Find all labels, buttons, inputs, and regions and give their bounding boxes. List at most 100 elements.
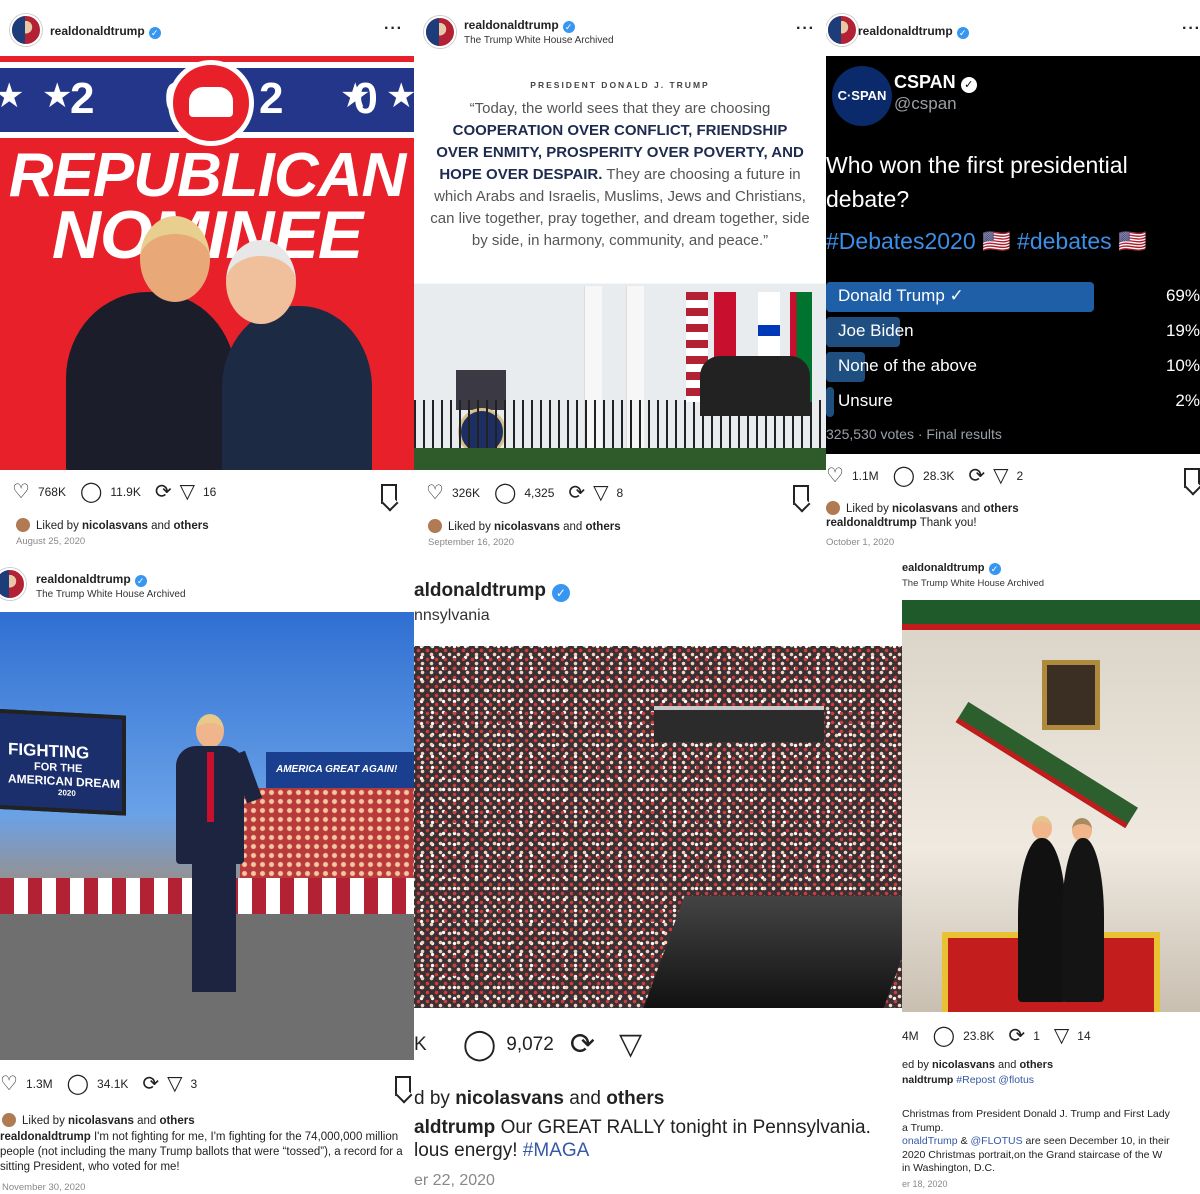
- comment-count: 11.9K: [110, 485, 141, 499]
- more-icon[interactable]: ···: [796, 20, 815, 38]
- repost-icon[interactable]: ⟳: [155, 482, 172, 502]
- repost-icon[interactable]: ⟳: [968, 466, 985, 486]
- avatar[interactable]: [826, 14, 858, 46]
- username[interactable]: realdonaldtrump ✓: [858, 24, 969, 39]
- username[interactable]: realdonaldtrump ✓: [50, 24, 161, 39]
- mention-link[interactable]: onaldTrump: [902, 1135, 958, 1147]
- person-left-head: [140, 216, 210, 302]
- account-name: CSPAN ✓: [894, 72, 977, 93]
- mini-avatar: [428, 519, 442, 533]
- hashtags: #Debates2020 🇺🇸 #debates 🇺🇸: [826, 228, 1147, 254]
- comment-icon[interactable]: ◯: [67, 1074, 89, 1094]
- subtitle: The Trump White House Archived: [464, 35, 614, 46]
- bookmark-icon[interactable]: [395, 1076, 411, 1096]
- mini-avatar: [2, 1113, 16, 1127]
- comment-icon[interactable]: ◯: [494, 483, 516, 503]
- liked-by: d by nicolasvans and others: [414, 1088, 665, 1109]
- garland: [902, 600, 1200, 630]
- post-image[interactable]: [902, 600, 1200, 1012]
- poll: Donald Trump ✓ 69% Joe Biden 19% None of the…: [826, 282, 1200, 417]
- post-image[interactable]: FIGHTING FOR THE AMERICAN DREAM 2020 AME…: [0, 612, 414, 1060]
- send-icon[interactable]: ▽: [180, 482, 195, 502]
- more-icon[interactable]: ···: [1182, 20, 1200, 38]
- send-icon[interactable]: ▽: [167, 1074, 182, 1094]
- action-bar: ♡ 1.3M ◯ 34.1K ⟳ ▽ 3: [0, 1074, 203, 1094]
- heart-icon[interactable]: ♡: [426, 483, 444, 503]
- post-3: realdonaldtrump ✓ ··· C·SPAN CSPAN ✓ @csp…: [826, 0, 1200, 560]
- subtitle: The Trump White House Archived: [902, 578, 1045, 589]
- bookmark-icon[interactable]: [381, 484, 397, 504]
- username[interactable]: realdonaldtrump ✓: [464, 18, 575, 33]
- verified-icon: ✓: [960, 77, 977, 93]
- tweet-card: C·SPAN CSPAN ✓ @cspan Who won the first …: [826, 56, 1200, 454]
- action-bar: 4M ◯ 23.8K ⟳ 1 ▽ 14: [902, 1026, 1097, 1046]
- poll-option-percent: 2%: [1175, 391, 1200, 410]
- verified-icon: ✓: [551, 584, 570, 602]
- username[interactable]: ealdonaldtrump ✓: [902, 562, 1001, 575]
- stage-structure: [654, 706, 824, 742]
- username[interactable]: aldonaldtrump ✓: [414, 580, 570, 602]
- share-count: 16: [202, 485, 217, 499]
- stage-screen: FIGHTING FOR THE AMERICAN DREAM 2020: [0, 708, 126, 816]
- cspan-logo: C·SPAN: [832, 66, 892, 126]
- liked-by: ed by nicolasvans and others: [902, 1059, 1054, 1071]
- poll-option-label: Donald Trump ✓: [838, 286, 964, 305]
- caption: realdonaldtrump Thank you!: [826, 517, 977, 529]
- repost-tag[interactable]: #Repost @flotus: [956, 1074, 1034, 1086]
- bookmark-icon[interactable]: [793, 485, 809, 505]
- username[interactable]: realdonaldtrump ✓: [36, 572, 147, 587]
- share-count: 14: [1077, 1029, 1091, 1043]
- poll-option-label: Unsure: [838, 391, 893, 410]
- hashtag-link[interactable]: #MAGA: [523, 1140, 590, 1161]
- crowd: [240, 788, 414, 882]
- heart-icon[interactable]: ♡: [12, 482, 30, 502]
- poll-option-label: None of the above: [838, 356, 977, 375]
- repost-icon[interactable]: ⟳: [570, 1030, 595, 1060]
- share-count: 3: [190, 1077, 198, 1091]
- mini-avatar: [826, 501, 840, 515]
- avatar[interactable]: [424, 16, 456, 48]
- send-icon[interactable]: ▽: [593, 483, 608, 503]
- bookmark-icon[interactable]: [1184, 468, 1200, 488]
- heart-icon[interactable]: ♡: [826, 466, 844, 486]
- send-icon[interactable]: ▽: [619, 1030, 642, 1060]
- more-icon[interactable]: ···: [384, 20, 403, 38]
- caption: realdonaldtrump I'm not fighting for me,…: [0, 1131, 403, 1173]
- send-icon[interactable]: ▽: [993, 466, 1008, 486]
- poll-option: Joe Biden 19%: [826, 317, 1200, 347]
- post-image[interactable]: C·SPAN CSPAN ✓ @cspan Who won the first …: [826, 56, 1200, 454]
- share-count: 8: [616, 486, 624, 500]
- avatar[interactable]: [0, 568, 26, 600]
- comment-count: 28.3K: [923, 469, 955, 483]
- verified-icon: ✓: [988, 563, 1001, 575]
- post-image[interactable]: PRESIDENT DONALD J. TRUMP “Today, the wo…: [414, 56, 826, 470]
- caption: naldtrump #Repost @flotus Christmas from…: [902, 1074, 1170, 1174]
- rally-backdrop: AMERICA GREAT AGAIN!: [266, 752, 414, 792]
- garland: [414, 448, 826, 470]
- quote-text: “Today, the world sees that they are cho…: [430, 100, 810, 249]
- comment-icon[interactable]: ◯: [80, 482, 102, 502]
- verified-icon: ✓: [956, 27, 969, 39]
- repost-icon[interactable]: ⟳: [568, 483, 585, 503]
- caption: aldtrump Our GREAT RALLY tonight in Penn…: [414, 1117, 871, 1161]
- send-icon[interactable]: ▽: [1054, 1026, 1069, 1046]
- post-image[interactable]: ★ ★ ★ ★ 2020 REPUBLICAN NOMINEE: [0, 56, 414, 470]
- portrait-frame: [1042, 660, 1100, 730]
- post-image[interactable]: [414, 646, 902, 1008]
- liked-by: Liked by nicolasvans and others: [826, 501, 1019, 515]
- repost-icon[interactable]: ⟳: [142, 1074, 159, 1094]
- like-count: 768K: [37, 485, 66, 499]
- heart-icon[interactable]: ♡: [0, 1074, 18, 1094]
- avatar[interactable]: [10, 14, 42, 46]
- verified-icon: ✓: [148, 27, 161, 39]
- mention-link[interactable]: @FLOTUS: [971, 1135, 1023, 1147]
- repost-icon[interactable]: ⟳: [1008, 1026, 1025, 1046]
- comment-count: 4,325: [524, 486, 555, 500]
- comment-icon[interactable]: ◯: [933, 1026, 955, 1046]
- account-handle: @cspan: [894, 94, 957, 113]
- comment-icon[interactable]: ◯: [893, 466, 915, 486]
- post-date: September 16, 2020: [428, 537, 515, 548]
- comment-icon[interactable]: ◯: [463, 1030, 497, 1060]
- action-bar: ♡ 326K ◯ 4,325 ⟳ ▽ 8: [426, 483, 629, 503]
- verified-icon: ✓: [134, 575, 147, 587]
